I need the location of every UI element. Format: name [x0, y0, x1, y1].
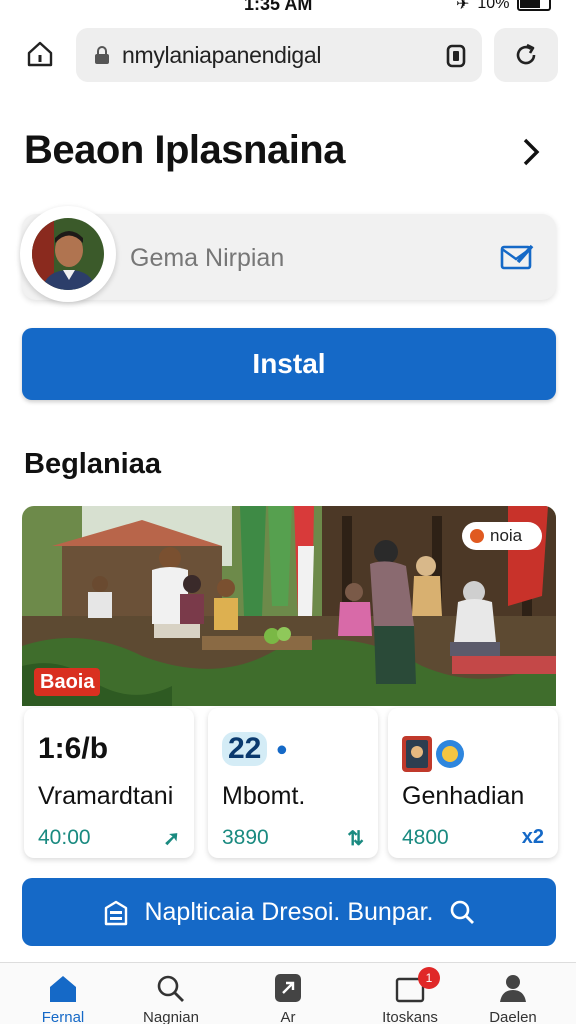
nav-label: Nagnian — [143, 1009, 199, 1024]
bottom-nav: Fernal Nagnian Ar 1 Itoskans Daelen — [0, 962, 576, 1024]
browser-toolbar: nmylaniapanendigal — [0, 26, 576, 82]
hero-badge-label: noia — [490, 526, 523, 545]
puzzle-icon — [275, 974, 301, 1002]
profile-icon — [500, 975, 526, 1002]
action-button-label: Naplticaia Dresoi. Bunpar. — [144, 897, 434, 926]
airplane-icon: ✈ — [456, 0, 470, 13]
nav-item-search[interactable]: Nagnian — [123, 973, 219, 1024]
avatar[interactable] — [20, 206, 116, 302]
page-title: Beaon Iplasnaina — [24, 128, 345, 172]
stat-value: 22 ● — [222, 732, 288, 766]
nav-item-profile[interactable]: Daelen — [465, 973, 561, 1024]
building-icon — [105, 900, 128, 926]
nav-label: Daelen — [489, 1009, 537, 1024]
tabs-icon[interactable] — [444, 41, 470, 69]
address-bar[interactable]: nmylaniapanendigal — [76, 28, 482, 82]
mail-edit-icon[interactable] — [500, 242, 536, 272]
section-title: Beglaniaa — [24, 448, 161, 480]
nav-item-home[interactable]: Fernal — [15, 973, 111, 1024]
stat-label: Genhadian — [402, 782, 525, 810]
swap-icon: ⇅ — [347, 828, 364, 850]
nav-label: Itoskans — [382, 1009, 438, 1024]
nav-label: Ar — [280, 1009, 296, 1024]
stat-card[interactable]: 22 ● Mbomt. 3890 ⇅ — [208, 708, 378, 858]
profile-name: Gema Nirpian — [130, 244, 285, 272]
stat-value: 1:6/b — [38, 732, 109, 765]
chevron-right-icon[interactable] — [518, 136, 544, 168]
action-button[interactable]: Naplticaia Dresoi. Bunpar. — [22, 878, 556, 946]
stat-thumbnail — [402, 732, 468, 784]
trend-up-icon: ➚ — [163, 828, 180, 850]
notification-badge: 1 — [418, 967, 440, 989]
avatar-photo — [32, 218, 104, 290]
nav-label: Fernal — [41, 1009, 85, 1024]
stat-card[interactable]: 1:6/b Vramardtani 40:00 ➚ — [24, 708, 194, 858]
home-button[interactable] — [20, 34, 60, 74]
stat-number: 3890 — [222, 826, 269, 849]
multiplier-label: x2 — [521, 826, 544, 848]
search-icon — [157, 975, 184, 1002]
status-time: 1:35 AM — [244, 0, 313, 14]
lock-icon — [95, 46, 109, 64]
nav-item-inbox[interactable]: 1 Itoskans — [362, 967, 458, 1024]
nav-item-apps[interactable]: Ar — [240, 973, 336, 1024]
stat-number: 4800 — [402, 826, 449, 849]
status-indicators: ✈ 10% — [456, 0, 552, 14]
stat-card[interactable]: Genhadian 4800 x2 — [388, 708, 558, 858]
search-icon — [450, 900, 474, 924]
home-icon — [27, 41, 53, 67]
install-button[interactable]: Instal — [22, 328, 556, 400]
hero-badge[interactable]: noia — [462, 522, 542, 550]
live-dot-icon — [470, 529, 484, 543]
reload-icon — [516, 43, 536, 65]
thumbnail-icon — [402, 736, 464, 772]
stat-pill: 22 — [222, 732, 268, 766]
battery-percent: 10% — [477, 0, 510, 12]
status-bar: 1:35 AM ✈ 10% — [0, 0, 576, 18]
url-text: nmylaniapanendigal — [122, 41, 322, 68]
stat-label: Mbomt. — [222, 782, 306, 810]
hero-tag: Baoia — [34, 668, 101, 696]
stat-label: Vramardtani — [38, 782, 174, 810]
stat-number: 40:00 — [38, 826, 91, 849]
home-icon — [50, 976, 76, 1002]
dot-icon: ● — [275, 738, 288, 761]
battery-icon — [517, 0, 552, 11]
reload-button[interactable] — [494, 28, 558, 82]
